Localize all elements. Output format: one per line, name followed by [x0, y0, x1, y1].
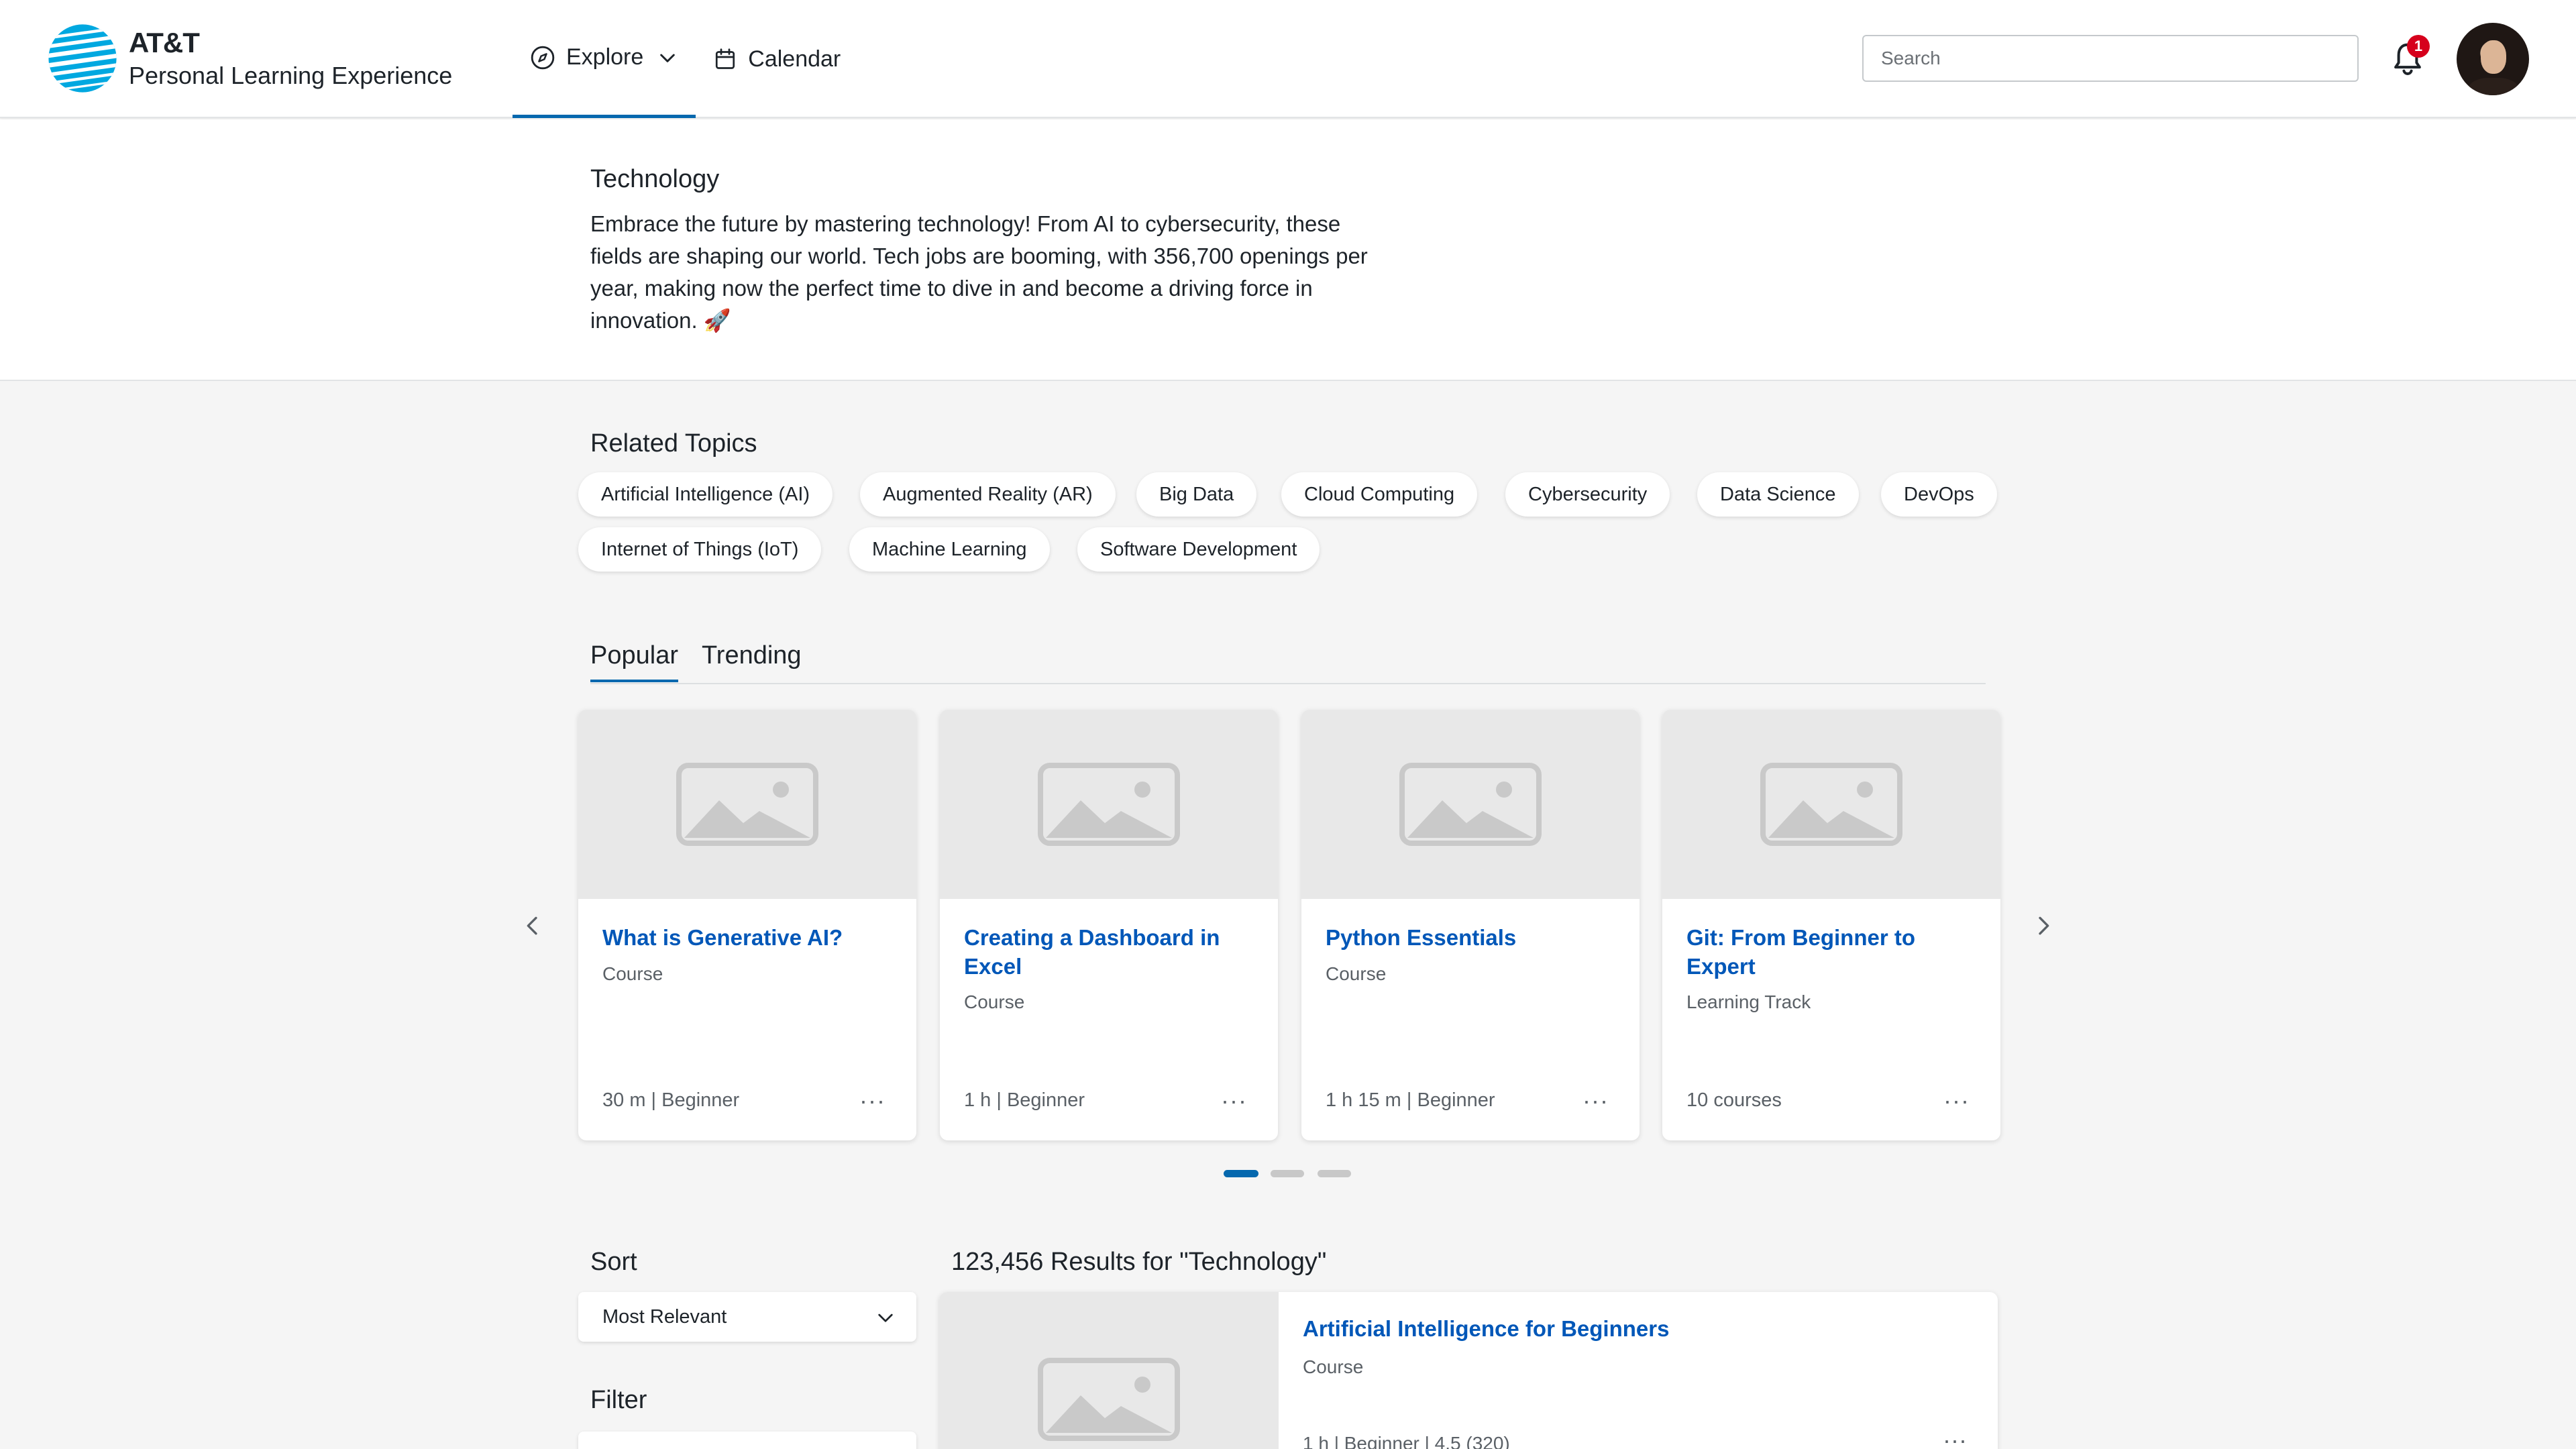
- related-topics-title: Related Topics: [590, 429, 757, 458]
- course-card[interactable]: Creating a Dashboard in Excel Course 1 h…: [940, 710, 1278, 1140]
- carousel-prev-icon[interactable]: [519, 912, 546, 939]
- image-placeholder-icon: [1760, 763, 1902, 846]
- card-title[interactable]: Creating a Dashboard in Excel: [964, 923, 1252, 981]
- nav-explore-label: Explore: [566, 44, 644, 70]
- filter-label: Filter: [590, 1386, 647, 1414]
- calendar-icon: [716, 48, 735, 69]
- card-meta: 1 h 15 m | Beginner: [1326, 1089, 1495, 1111]
- topic-description: Embrace the future by mastering technolo…: [590, 211, 1368, 333]
- main-nav: Explore Calendar: [513, 0, 858, 118]
- sort-label: Sort: [590, 1248, 637, 1276]
- card-meta: 10 courses: [1686, 1089, 1782, 1111]
- carousel-dot-2[interactable]: [1271, 1170, 1304, 1177]
- avatar-face: [2481, 40, 2506, 74]
- more-options-icon[interactable]: ···: [1943, 1087, 1970, 1115]
- carousel-dot-3[interactable]: [1318, 1170, 1351, 1177]
- more-options-icon[interactable]: ···: [1943, 1426, 1967, 1449]
- learning-track-card[interactable]: Git: From Beginner to Expert Learning Tr…: [1662, 710, 2000, 1140]
- top-header: AT&T Personal Learning Experience Explor…: [0, 0, 2576, 118]
- nav-calendar-label: Calendar: [748, 46, 841, 72]
- brand-subtitle: Personal Learning Experience: [129, 62, 453, 89]
- card-title[interactable]: What is Generative AI?: [602, 923, 891, 952]
- image-placeholder-icon: [1038, 763, 1180, 846]
- tabs-divider: [590, 683, 1986, 684]
- att-globe-icon: [48, 24, 117, 93]
- result-title[interactable]: Artificial Intelligence for Beginners: [1303, 1316, 1669, 1342]
- carousel-dot-1[interactable]: [1224, 1170, 1258, 1177]
- more-options-icon[interactable]: ···: [1221, 1087, 1247, 1115]
- image-placeholder-icon: [676, 763, 818, 846]
- topic-chip-software-development[interactable]: Software Development: [1077, 527, 1320, 572]
- card-type: Course: [602, 963, 663, 984]
- course-card[interactable]: Python Essentials Course 1 h 15 m | Begi…: [1301, 710, 1640, 1140]
- topic-chip-devops[interactable]: DevOps: [1881, 472, 1997, 517]
- topic-intro: Technology Embrace the future by masteri…: [0, 119, 2576, 381]
- card-thumbnail: [1662, 710, 2000, 899]
- image-placeholder-icon: [1038, 1358, 1180, 1441]
- card-thumbnail: [578, 710, 916, 899]
- result-meta: 1 h | Beginner | 4.5 (320): [1303, 1433, 1510, 1449]
- topic-chip-cybersecurity[interactable]: Cybersecurity: [1505, 472, 1670, 517]
- results-count: 123,456 Results for "Technology": [951, 1248, 1327, 1276]
- topic-chip-ar[interactable]: Augmented Reality (AR): [860, 472, 1116, 517]
- tab-trending[interactable]: Trending: [702, 641, 802, 680]
- card-type: Learning Track: [1686, 991, 1811, 1012]
- card-title[interactable]: Python Essentials: [1326, 923, 1614, 952]
- app-root: AT&T Personal Learning Experience Explor…: [0, 0, 2576, 1449]
- card-title[interactable]: Git: From Beginner to Expert: [1686, 923, 1975, 981]
- topic-chip-data-science[interactable]: Data Science: [1697, 472, 1859, 517]
- brand-name: AT&T: [129, 27, 200, 58]
- sort-select[interactable]: Most Relevant: [578, 1292, 916, 1342]
- topic-chip-cloud-computing[interactable]: Cloud Computing: [1281, 472, 1478, 517]
- image-placeholder-icon: [1399, 763, 1542, 846]
- card-thumbnail: [1301, 710, 1640, 899]
- user-avatar[interactable]: [2457, 23, 2529, 95]
- result-type: Course: [1303, 1356, 1364, 1377]
- card-type: Course: [1326, 963, 1387, 984]
- notification-badge: 1: [2407, 35, 2430, 58]
- nav-calendar[interactable]: Calendar: [696, 0, 858, 118]
- course-card[interactable]: What is Generative AI? Course 30 m | Beg…: [578, 710, 916, 1140]
- tab-popular[interactable]: Popular: [590, 641, 678, 682]
- topic-chip-big-data[interactable]: Big Data: [1136, 472, 1257, 517]
- topic-chip-iot[interactable]: Internet of Things (IoT): [578, 527, 822, 572]
- more-options-icon[interactable]: ···: [859, 1087, 885, 1115]
- more-options-icon[interactable]: ···: [1582, 1087, 1609, 1115]
- topic-title: Technology: [590, 165, 720, 193]
- chevron-down-icon: [878, 1313, 893, 1322]
- card-type: Course: [964, 991, 1025, 1012]
- search-input[interactable]: [1862, 35, 2359, 82]
- result-card[interactable]: Artificial Intelligence for Beginners Co…: [939, 1292, 1998, 1449]
- filter-panel[interactable]: [578, 1432, 916, 1449]
- nav-explore[interactable]: Explore: [513, 0, 696, 118]
- brand-logo[interactable]: AT&T Personal Learning Experience: [46, 21, 452, 95]
- card-meta: 1 h | Beginner: [964, 1089, 1085, 1111]
- compass-icon: [531, 46, 555, 69]
- topic-chip-machine-learning[interactable]: Machine Learning: [849, 527, 1050, 572]
- result-thumbnail: [939, 1292, 1279, 1449]
- avatar-body: [2469, 78, 2518, 95]
- carousel-next-icon[interactable]: [2030, 912, 2057, 939]
- card-meta: 30 m | Beginner: [602, 1089, 740, 1111]
- sort-selected-value: Most Relevant: [602, 1305, 727, 1328]
- chevron-down-icon: [660, 54, 676, 62]
- card-thumbnail: [940, 710, 1278, 899]
- topic-chip-ai[interactable]: Artificial Intelligence (AI): [578, 472, 833, 517]
